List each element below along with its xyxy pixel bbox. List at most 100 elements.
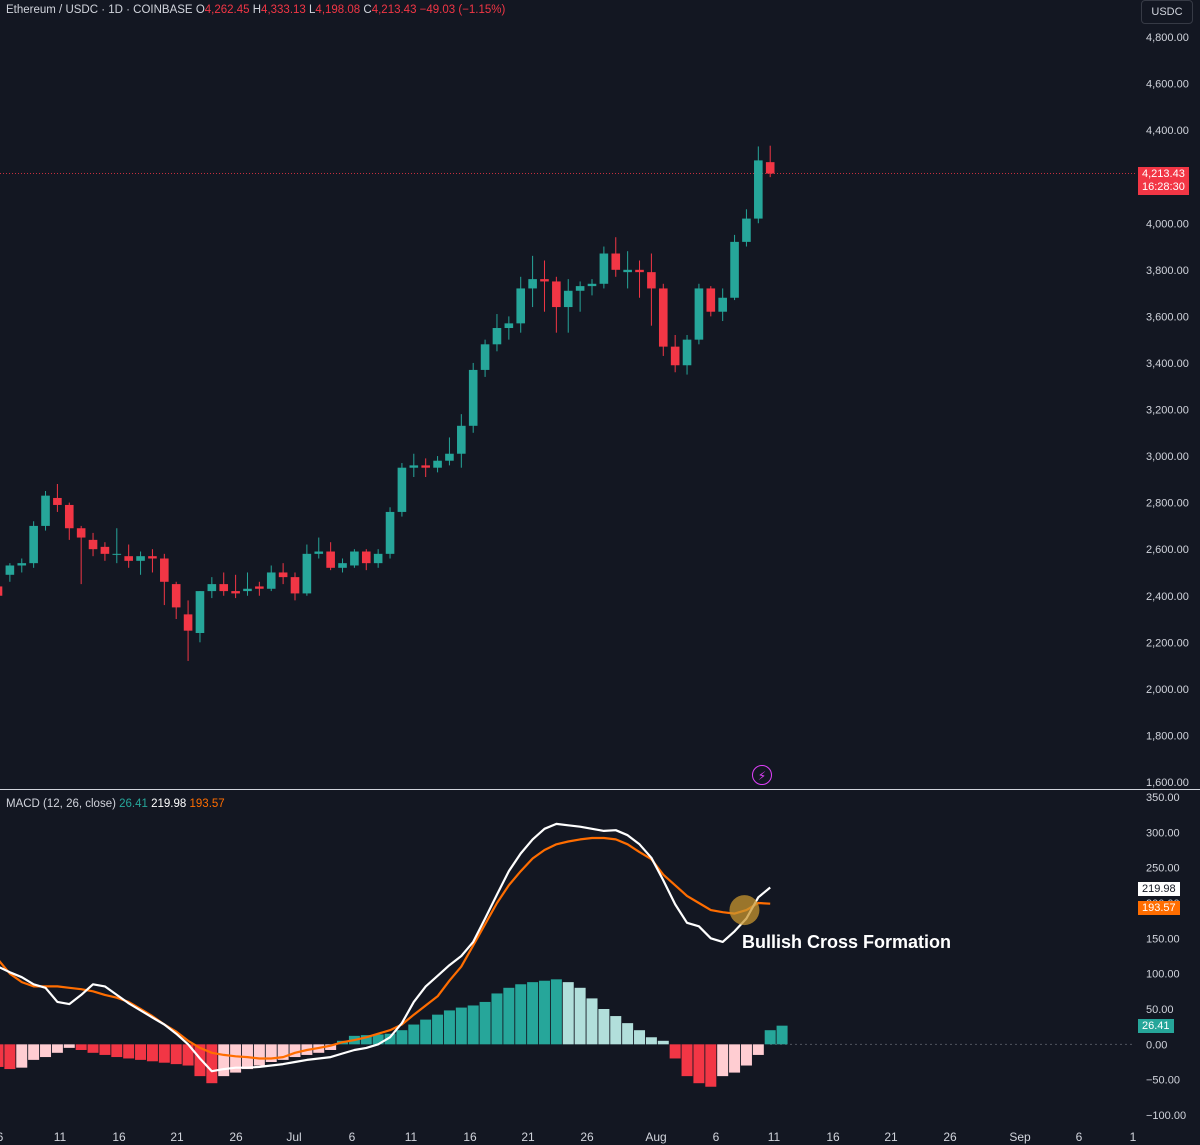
histogram-bar — [40, 1044, 52, 1058]
candle-body — [516, 288, 526, 324]
low-value: 4,198.08 — [315, 4, 361, 16]
price-axis-label: 3,600.00 — [1146, 311, 1189, 323]
open-value: 4,262.45 — [204, 4, 250, 16]
histogram-bar — [693, 1044, 705, 1084]
histogram-bar — [111, 1044, 123, 1058]
date-axis-label: 21 — [170, 1130, 184, 1144]
candle-body — [623, 269, 632, 273]
date-axis-label: 1 — [1130, 1130, 1137, 1144]
date-axis-label: 26 — [229, 1130, 243, 1144]
candle-body — [231, 591, 240, 594]
candle-body — [195, 591, 205, 633]
candle-body — [41, 495, 50, 526]
date-axis-label: 11 — [768, 1130, 781, 1144]
currency-button[interactable]: USDC — [1141, 0, 1193, 24]
cross-highlight — [729, 895, 760, 926]
histogram-bar — [158, 1044, 170, 1063]
macd-hist-value: 26.41 — [119, 798, 148, 810]
histogram-bar — [63, 1044, 75, 1048]
candle-body — [373, 553, 383, 564]
candle-body — [718, 297, 727, 312]
price-axis-label: 3,000.00 — [1146, 451, 1189, 463]
candle-body — [5, 565, 15, 575]
histogram-bar — [645, 1037, 657, 1045]
candle-body — [100, 546, 110, 554]
histogram-bar — [550, 979, 562, 1045]
candle-body — [255, 586, 264, 589]
flash-icon[interactable]: ⚡ — [752, 765, 772, 785]
histogram-bar — [729, 1044, 741, 1073]
price-axis-label: 2,000.00 — [1146, 684, 1189, 696]
candle-body — [207, 584, 217, 592]
candle-body — [611, 253, 621, 270]
symbol-header: Ethereum / USDC · 1D · COINBASE O4,262.4… — [6, 4, 505, 16]
candle-body — [385, 511, 395, 554]
macd-signal-value: 193.57 — [189, 798, 225, 810]
candle-body — [540, 279, 549, 282]
candle-body — [563, 290, 573, 308]
hist-value-tag: 26.41 — [1138, 1019, 1174, 1033]
histogram-bar — [705, 1044, 717, 1087]
close-value: 4,213.43 — [371, 4, 417, 16]
histogram-bar — [669, 1044, 681, 1059]
candle-body — [243, 588, 252, 592]
last-price-value: 4,213.43 — [1142, 168, 1185, 180]
histogram-bar — [28, 1044, 40, 1060]
histogram-bar — [16, 1044, 28, 1068]
candle-body — [278, 572, 288, 578]
date-axis-label: 6 — [0, 1130, 4, 1144]
candle-body — [433, 460, 442, 468]
macd-axis-label: 150.00 — [1146, 933, 1180, 945]
annotation-text: Bullish Cross Formation — [742, 932, 952, 952]
histogram-bar — [610, 1016, 622, 1045]
candle-body — [17, 563, 27, 566]
candle-body — [754, 160, 763, 219]
price-axis-label: 4,800.00 — [1146, 32, 1189, 44]
candle-body — [421, 465, 430, 468]
candle-body — [599, 253, 609, 284]
histogram-bar — [776, 1025, 788, 1045]
candle-body — [552, 281, 561, 308]
candle-body — [219, 584, 229, 592]
candle-body — [112, 553, 122, 555]
candle-body — [88, 539, 98, 550]
candle-body — [492, 328, 502, 345]
price-axis-label: 3,200.00 — [1146, 405, 1189, 417]
histogram-bar — [432, 1014, 444, 1045]
candle-body — [694, 288, 704, 340]
candle-body — [730, 241, 739, 298]
candle-body — [124, 556, 133, 561]
macd-axis-label: −50.00 — [1146, 1075, 1180, 1087]
price-axis-label: 2,800.00 — [1146, 498, 1189, 510]
price-axis-label: 2,200.00 — [1146, 637, 1189, 649]
histogram-bar — [752, 1044, 764, 1055]
histogram-bar — [515, 984, 527, 1045]
date-axis-label: 21 — [521, 1130, 535, 1144]
candle-body — [765, 162, 775, 174]
macd-axis-label: 50.00 — [1146, 1004, 1174, 1016]
candle-body — [148, 556, 157, 559]
date-axis-label: Jul — [286, 1130, 301, 1144]
histogram-bar — [764, 1030, 776, 1045]
date-axis-label: 16 — [826, 1130, 840, 1144]
histogram-bar — [574, 987, 586, 1045]
histogram-bar — [538, 980, 550, 1045]
macd-axis-label: 0.00 — [1146, 1039, 1167, 1051]
histogram-bar — [135, 1044, 147, 1060]
date-axis-label: 16 — [112, 1130, 126, 1144]
histogram-bar — [51, 1044, 63, 1053]
price-axis-label: 4,400.00 — [1146, 125, 1189, 137]
open-label: O — [195, 4, 205, 16]
histogram-bar — [408, 1024, 420, 1045]
candle-body — [183, 614, 193, 631]
candle-body — [64, 504, 74, 529]
macd-axis-label: 350.00 — [1146, 792, 1180, 804]
price-axis-label: 4,600.00 — [1146, 79, 1189, 91]
histogram-bar — [740, 1044, 752, 1066]
price-axis-label: 1,800.00 — [1146, 730, 1189, 742]
macd-axis-label: −100.00 — [1146, 1110, 1186, 1122]
histogram-bar — [681, 1044, 693, 1077]
candle-body — [160, 558, 169, 582]
candle-body — [314, 551, 324, 554]
candle-body — [350, 551, 359, 566]
